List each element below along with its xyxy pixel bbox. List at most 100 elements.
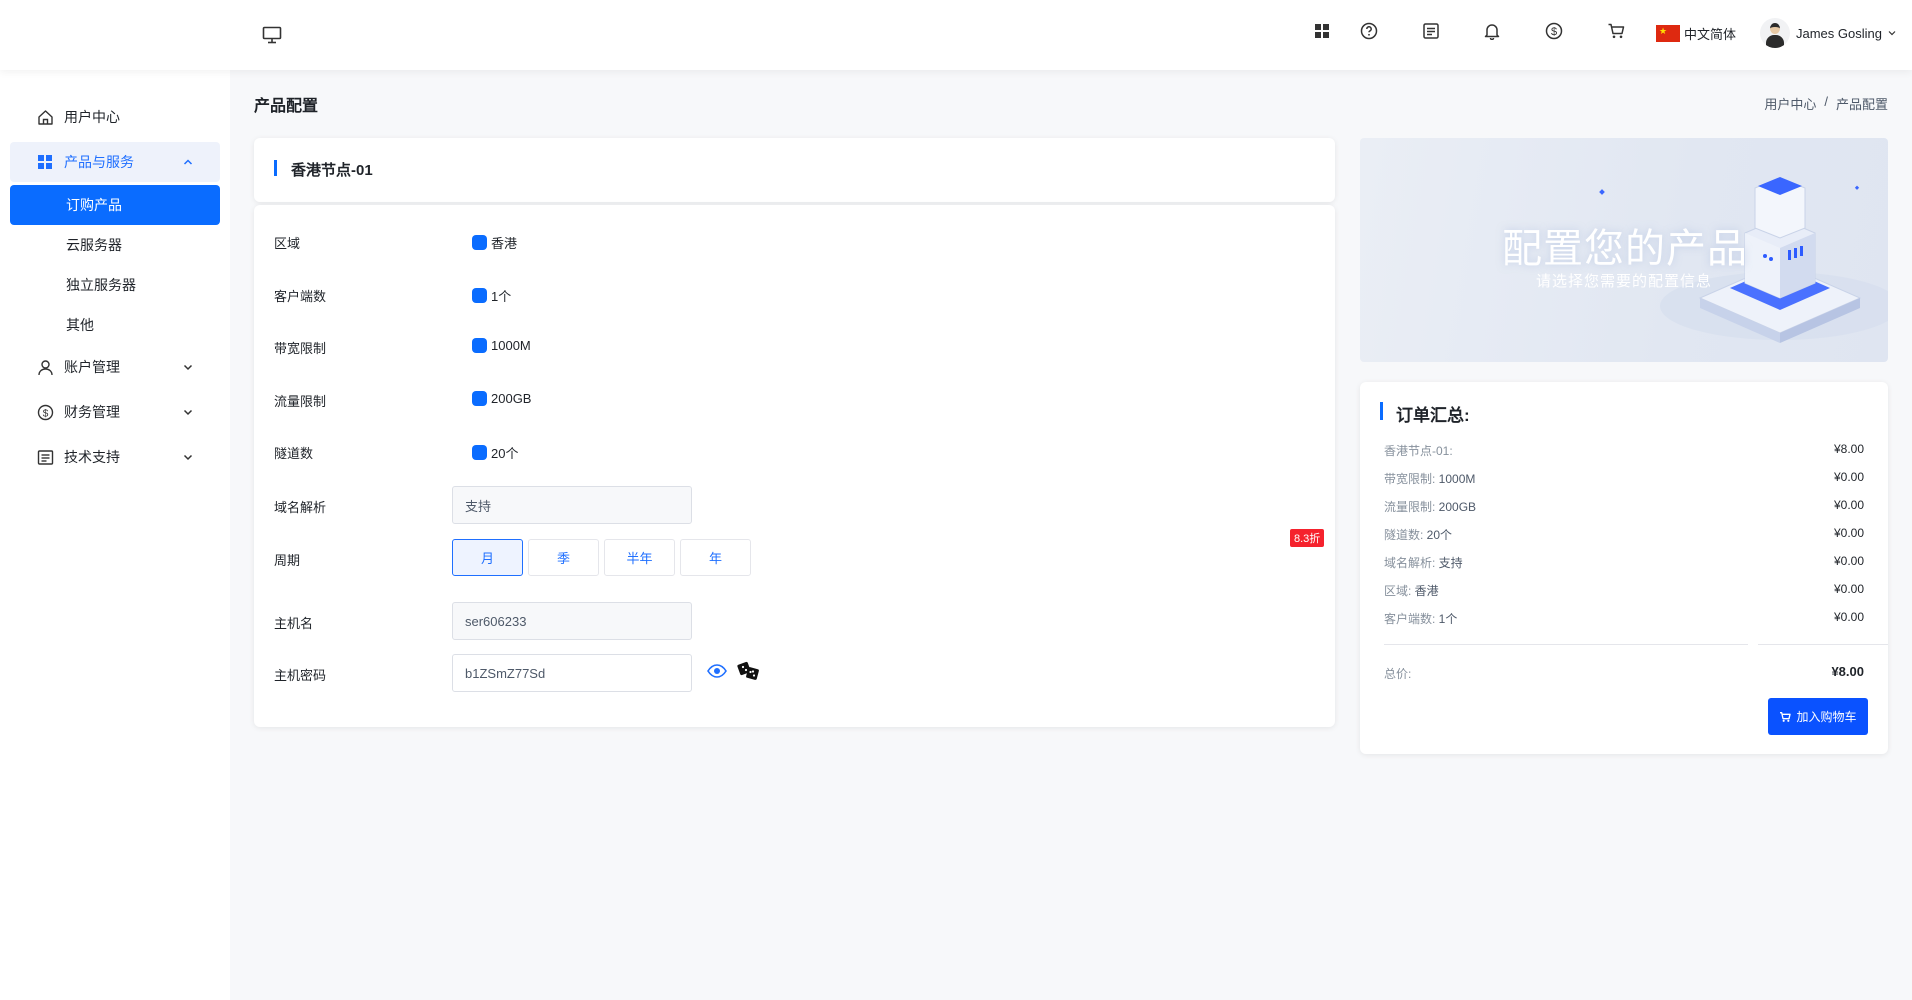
- sidebar-item-products[interactable]: 产品与服务: [10, 142, 220, 182]
- option-bandwidth-1000m[interactable]: 1000M: [472, 338, 531, 353]
- discount-badge: 8.3折: [1290, 529, 1325, 547]
- sidebar-item-label: 账户管理: [64, 359, 120, 375]
- svg-text:$: $: [1551, 26, 1557, 38]
- grid-icon: [36, 153, 54, 171]
- divider: [1758, 644, 1888, 645]
- language-label: 中文简体: [1684, 27, 1737, 42]
- config-form-card: 区域 香港 客户端数 1个 带宽限制 1000M 流量限制 200GB 隧道数 …: [254, 205, 1335, 727]
- field-label-bandwidth: 带宽限制: [274, 341, 327, 356]
- help-icon[interactable]: [1358, 20, 1380, 42]
- field-label-hostname: 主机名: [274, 616, 314, 631]
- sidebar-item-support[interactable]: 技术支持: [10, 437, 220, 477]
- summary-row-price: ¥0.00: [1833, 554, 1864, 568]
- summary-row-detail: 1个: [1438, 612, 1458, 626]
- total-label: 总价:: [1384, 667, 1412, 681]
- sidebar-item-user-center[interactable]: 用户中心: [10, 97, 220, 137]
- eye-icon[interactable]: [707, 663, 727, 679]
- option-traffic-200gb[interactable]: 200GB: [472, 391, 531, 406]
- dns-field[interactable]: [452, 486, 692, 524]
- sidebar-subitem-label: 云服务器: [66, 237, 122, 253]
- sidebar-item-finance[interactable]: $ 财务管理: [10, 392, 220, 432]
- radio-selected-indicator: [472, 338, 487, 353]
- user-name: James Gosling: [1796, 25, 1882, 41]
- user-menu[interactable]: James Gosling: [1760, 18, 1896, 48]
- divider: [1384, 644, 1748, 645]
- field-label-period: 周期: [274, 553, 301, 568]
- breadcrumb: 用户中心 / 产品配置: [1764, 94, 1888, 113]
- summary-row-key: 流量限制:: [1384, 500, 1439, 514]
- sidebar-item-label: 财务管理: [64, 404, 120, 420]
- accent-bar: [1380, 402, 1383, 420]
- chevron-down-icon: [1888, 31, 1896, 36]
- summary-row-key: 区域:: [1384, 584, 1415, 598]
- chevron-down-icon: [183, 409, 193, 416]
- breadcrumb-link-user-center[interactable]: 用户中心: [1764, 94, 1816, 113]
- dollar-icon: $: [36, 403, 54, 421]
- radio-selected-indicator: [472, 391, 487, 406]
- cart-icon[interactable]: [1605, 20, 1627, 42]
- dollar-icon[interactable]: $: [1543, 20, 1565, 42]
- summary-row-price: ¥0.00: [1833, 526, 1864, 540]
- sidebar-item-label: 技术支持: [64, 449, 120, 465]
- summary-row-detail: 200GB: [1438, 500, 1477, 514]
- field-label-region: 区域: [274, 236, 301, 251]
- chevron-up-icon: [183, 159, 193, 165]
- cart-icon: [1780, 711, 1792, 722]
- sidebar-item-label: 产品与服务: [64, 154, 134, 170]
- option-clients-1[interactable]: 1个: [472, 286, 511, 305]
- sidebar-subitem-dedicated-server[interactable]: 独立服务器: [10, 265, 220, 305]
- order-summary-card: 订单汇总: 香港节点-01: ¥8.00 带宽限制: 1000M ¥0.00 流…: [1360, 382, 1888, 754]
- period-option-half-year[interactable]: 半年: [604, 539, 675, 576]
- field-label-dns: 域名解析: [274, 500, 327, 515]
- password-input[interactable]: [452, 654, 692, 692]
- field-label-password: 主机密码: [274, 668, 327, 683]
- option-tunnels-20[interactable]: 20个: [472, 443, 518, 462]
- summary-row-detail: 香港: [1414, 584, 1439, 598]
- language-selector[interactable]: ★ 中文简体: [1656, 24, 1736, 43]
- period-option-quarter[interactable]: 季: [528, 539, 599, 576]
- page-title: 产品配置: [254, 98, 319, 115]
- option-label: 1个: [491, 289, 512, 304]
- hostname-input[interactable]: [452, 602, 692, 640]
- sidebar-subitem-order-product[interactable]: 订购产品: [10, 185, 220, 225]
- option-region-hk[interactable]: 香港: [472, 233, 517, 252]
- field-label-traffic: 流量限制: [274, 394, 327, 409]
- summary-row-price: ¥0.00: [1833, 610, 1864, 624]
- field-label-tunnels: 隧道数: [274, 446, 314, 461]
- notes-icon[interactable]: [1420, 20, 1442, 42]
- document-icon: [36, 448, 54, 466]
- monitor-icon[interactable]: [262, 26, 282, 44]
- top-bar: $ ★ 中文简体 James Gosling: [0, 0, 1912, 70]
- sidebar-item-label: 用户中心: [64, 109, 120, 125]
- apps-grid-icon[interactable]: [1311, 20, 1333, 42]
- config-banner: 配置您的产品 请选择您需要的配置信息: [1360, 138, 1888, 362]
- dice-icon[interactable]: [737, 660, 761, 682]
- summary-row: 域名解析: 支持 ¥0.00: [1384, 554, 1864, 572]
- sidebar-subitem-other[interactable]: 其他: [10, 305, 220, 345]
- total-price: ¥8.00: [1831, 664, 1864, 679]
- sidebar-subitem-label: 其他: [66, 317, 94, 333]
- summary-row-key: 域名解析:: [1384, 556, 1439, 570]
- banner-subtitle: 请选择您需要的配置信息: [1536, 273, 1713, 290]
- summary-row-key: 香港节点-01:: [1384, 444, 1453, 458]
- summary-row-price: ¥0.00: [1833, 582, 1864, 596]
- add-to-cart-button[interactable]: 加入购物车: [1768, 698, 1868, 735]
- sidebar-subitem-cloud-server[interactable]: 云服务器: [10, 225, 220, 265]
- bell-icon[interactable]: [1481, 20, 1503, 42]
- sidebar-item-account[interactable]: 账户管理: [10, 347, 220, 387]
- period-option-month[interactable]: 月: [452, 539, 523, 576]
- summary-row-detail: 1000M: [1438, 472, 1476, 486]
- sidebar: 用户中心 产品与服务 订购产品 云服务器 独立服务器 其他 账户管理 $ 财务管…: [0, 70, 230, 1000]
- summary-title: 订单汇总:: [1396, 406, 1470, 425]
- user-icon: [36, 358, 54, 376]
- accent-bar: [274, 160, 277, 176]
- radio-selected-indicator: [472, 235, 487, 250]
- summary-row-price: ¥8.00: [1833, 442, 1864, 456]
- banner-title: 配置您的产品: [1502, 227, 1748, 271]
- period-option-year[interactable]: 年: [680, 539, 751, 576]
- china-flag-icon: ★: [1656, 25, 1680, 42]
- sidebar-subitem-label: 独立服务器: [66, 277, 136, 293]
- radio-selected-indicator: [472, 288, 487, 303]
- field-label-clients: 客户端数: [274, 289, 327, 304]
- summary-row: 隧道数: 20个 ¥0.00: [1384, 526, 1864, 544]
